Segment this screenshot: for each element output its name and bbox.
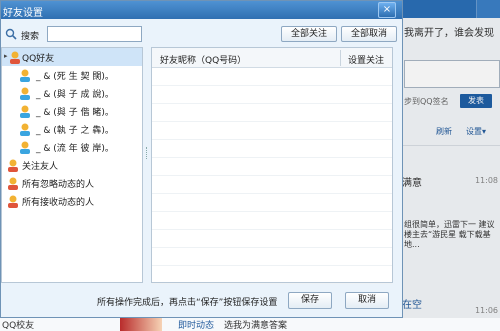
group-avatar-icon xyxy=(8,177,18,190)
table-row xyxy=(152,140,392,158)
table-row xyxy=(152,86,392,104)
tree-item-qq-friends[interactable]: ▸ QQ好友 xyxy=(2,48,142,66)
tree-item-followed-friends[interactable]: 关注友人 xyxy=(2,156,142,174)
tree-item-friend[interactable]: _ & (死 生 契 闊)。 xyxy=(2,66,142,84)
table-header: 好友昵称（QQ号码） 设置关注 xyxy=(152,48,392,68)
column-header-follow[interactable]: 设置关注 xyxy=(348,53,384,66)
friend-group-tree: ▸ QQ好友 _ & (死 生 契 闊)。 _ & (與 子 成 說)。 _ &… xyxy=(1,47,143,283)
table-row xyxy=(152,212,392,230)
tree-item-receiving[interactable]: 所有接收动态的人 xyxy=(2,192,142,210)
table-row xyxy=(152,176,392,194)
search-label: 搜索 xyxy=(21,32,40,42)
table-row xyxy=(152,194,392,212)
friend-avatar-icon xyxy=(20,87,30,100)
bottom-left-text: QQ校友 xyxy=(2,321,35,331)
search-input[interactable] xyxy=(47,26,142,42)
tree-item-label: _ & (死 生 契 闊)。 xyxy=(36,72,114,82)
table-row xyxy=(152,104,392,122)
follow-all-button[interactable]: 全部关注 xyxy=(281,26,337,42)
tree-item-friend[interactable]: _ & (流 年 彼 岸)。 xyxy=(2,138,142,156)
friend-avatar-icon xyxy=(20,141,30,154)
dialog-titlebar[interactable]: 好友设置 × xyxy=(1,1,402,19)
table-row xyxy=(152,68,392,86)
tree-item-label: _ & (執 子 之 犇)。 xyxy=(36,126,114,136)
tree-item-friend[interactable]: _ & (執 子 之 犇)。 xyxy=(2,120,142,138)
cancel-button[interactable]: 取消 xyxy=(345,292,389,309)
thumbnail-image xyxy=(120,318,162,331)
tree-item-label: 所有接收动态的人 xyxy=(22,198,95,208)
panel-splitter[interactable] xyxy=(144,47,150,283)
table-row xyxy=(152,248,392,266)
tree-item-label: _ & (與 子 偕 睹)。 xyxy=(36,108,114,118)
group-avatar-icon xyxy=(10,51,20,64)
column-header-nickname[interactable]: 好友昵称（QQ号码） xyxy=(160,53,246,66)
tree-item-friend[interactable]: _ & (與 子 偕 睹)。 xyxy=(2,102,142,120)
cancel-all-button[interactable]: 全部取消 xyxy=(341,26,397,42)
table-body xyxy=(152,68,392,284)
friend-avatar-icon xyxy=(20,123,30,136)
bottom-link[interactable]: 即时动态 xyxy=(178,318,214,331)
table-row xyxy=(152,122,392,140)
friend-list-table: 好友昵称（QQ号码） 设置关注 xyxy=(151,47,393,284)
tree-item-ignored[interactable]: 所有忽略动态的人 xyxy=(2,174,142,192)
tree-item-label: _ & (與 子 成 說)。 xyxy=(36,90,114,100)
footer-hint: 所有操作完成后，再点击“保存”按钮保存设置 xyxy=(97,298,278,308)
background-bottom-strip: QQ校友 即时动态 选我为满意答案 xyxy=(0,318,500,331)
table-row xyxy=(152,158,392,176)
search-icon xyxy=(5,28,17,40)
friend-avatar-icon xyxy=(20,69,30,82)
bottom-text: 选我为满意答案 xyxy=(224,321,288,331)
column-divider xyxy=(340,50,341,66)
friend-avatar-icon xyxy=(20,105,30,118)
tree-item-label: QQ好友 xyxy=(22,54,55,64)
tree-item-friend[interactable]: _ & (與 子 成 說)。 xyxy=(2,84,142,102)
save-button[interactable]: 保存 xyxy=(288,292,332,309)
close-button[interactable]: × xyxy=(378,2,396,18)
group-avatar-icon xyxy=(8,159,18,172)
dialog-toolbar: 搜索 全部关注 全部取消 xyxy=(1,19,402,49)
tree-item-label: 所有忽略动态的人 xyxy=(22,180,95,190)
table-row xyxy=(152,230,392,248)
dialog-footer: 所有操作完成后，再点击“保存”按钮保存设置 保存 取消 xyxy=(1,287,402,317)
friend-settings-dialog: 好友设置 × 搜索 全部关注 全部取消 ▸ QQ好友 _ & (死 生 契 闊)… xyxy=(0,0,403,318)
table-row xyxy=(152,266,392,284)
group-avatar-icon xyxy=(8,195,18,208)
splitter-grip-icon xyxy=(146,147,148,159)
tree-item-label: 关注友人 xyxy=(22,162,59,172)
dialog-title: 好友设置 xyxy=(3,8,43,19)
tree-item-label: _ & (流 年 彼 岸)。 xyxy=(36,144,114,154)
